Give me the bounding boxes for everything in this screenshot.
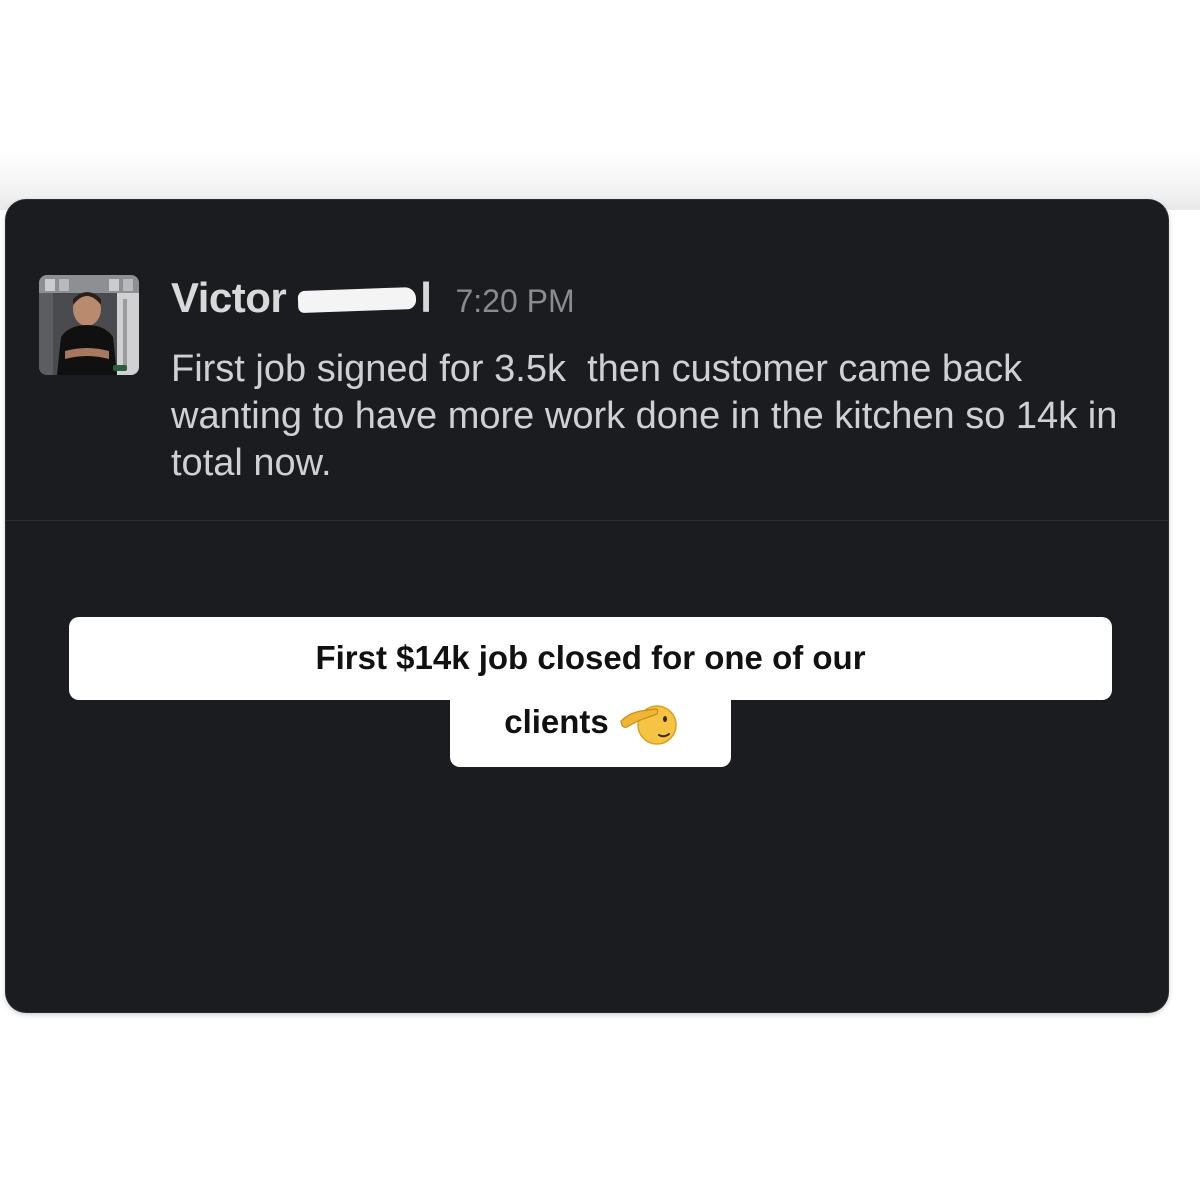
- redaction-mark: [297, 285, 420, 315]
- author-name[interactable]: Victor: [171, 274, 287, 322]
- author-name-suffix: l: [420, 274, 432, 321]
- caption-line2: clients: [504, 703, 609, 740]
- caption-overlay: First $14k job closed for one of our cli…: [69, 617, 1112, 767]
- message-header: Victor l 7:20 PM: [171, 274, 575, 330]
- avatar-photo: [39, 275, 139, 375]
- caption-line2-row: clients: [450, 697, 731, 747]
- screenshot-page: Victor l 7:20 PM First job signed for 3.…: [0, 0, 1200, 1200]
- message-text: First job signed for 3.5k then customer …: [171, 348, 1128, 484]
- caption-line1: First $14k job closed for one of our: [315, 639, 866, 676]
- divider: [6, 520, 1168, 521]
- chat-message-card: Victor l 7:20 PM First job signed for 3.…: [6, 200, 1168, 1012]
- saluting-face-icon: [620, 705, 677, 745]
- message-timestamp[interactable]: 7:20 PM: [455, 283, 574, 320]
- avatar[interactable]: [39, 275, 139, 375]
- redaction-scribble: [297, 286, 417, 314]
